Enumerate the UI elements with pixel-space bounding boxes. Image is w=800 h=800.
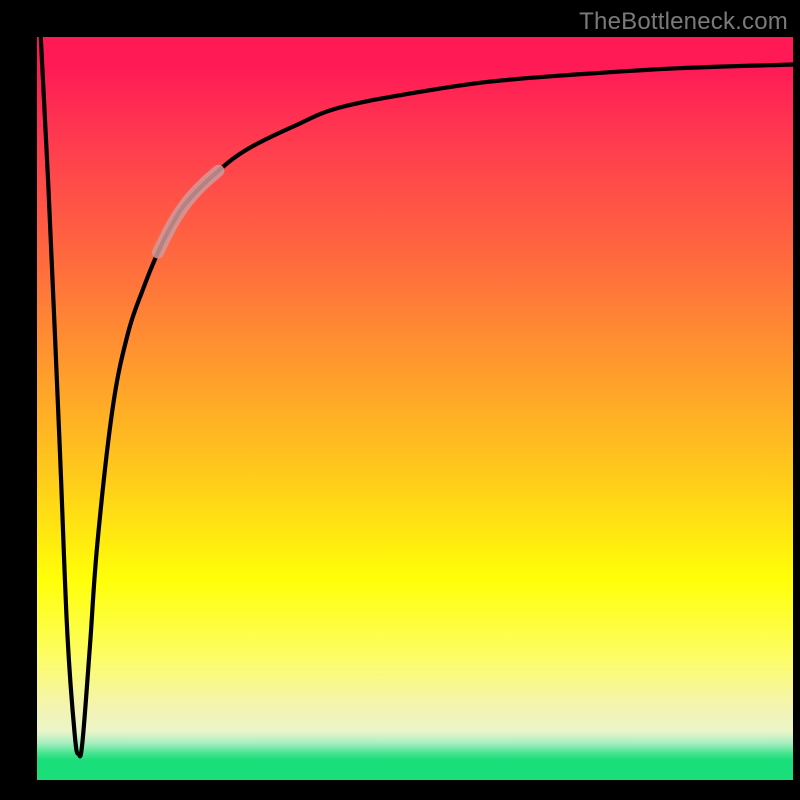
plot-area	[37, 37, 793, 780]
watermark-text: TheBottleneck.com	[579, 8, 788, 36]
chart-frame: TheBottleneck.com	[0, 0, 800, 800]
curve-svg	[37, 37, 793, 780]
bottleneck-curve	[41, 37, 793, 756]
highlight-segment	[158, 171, 218, 253]
